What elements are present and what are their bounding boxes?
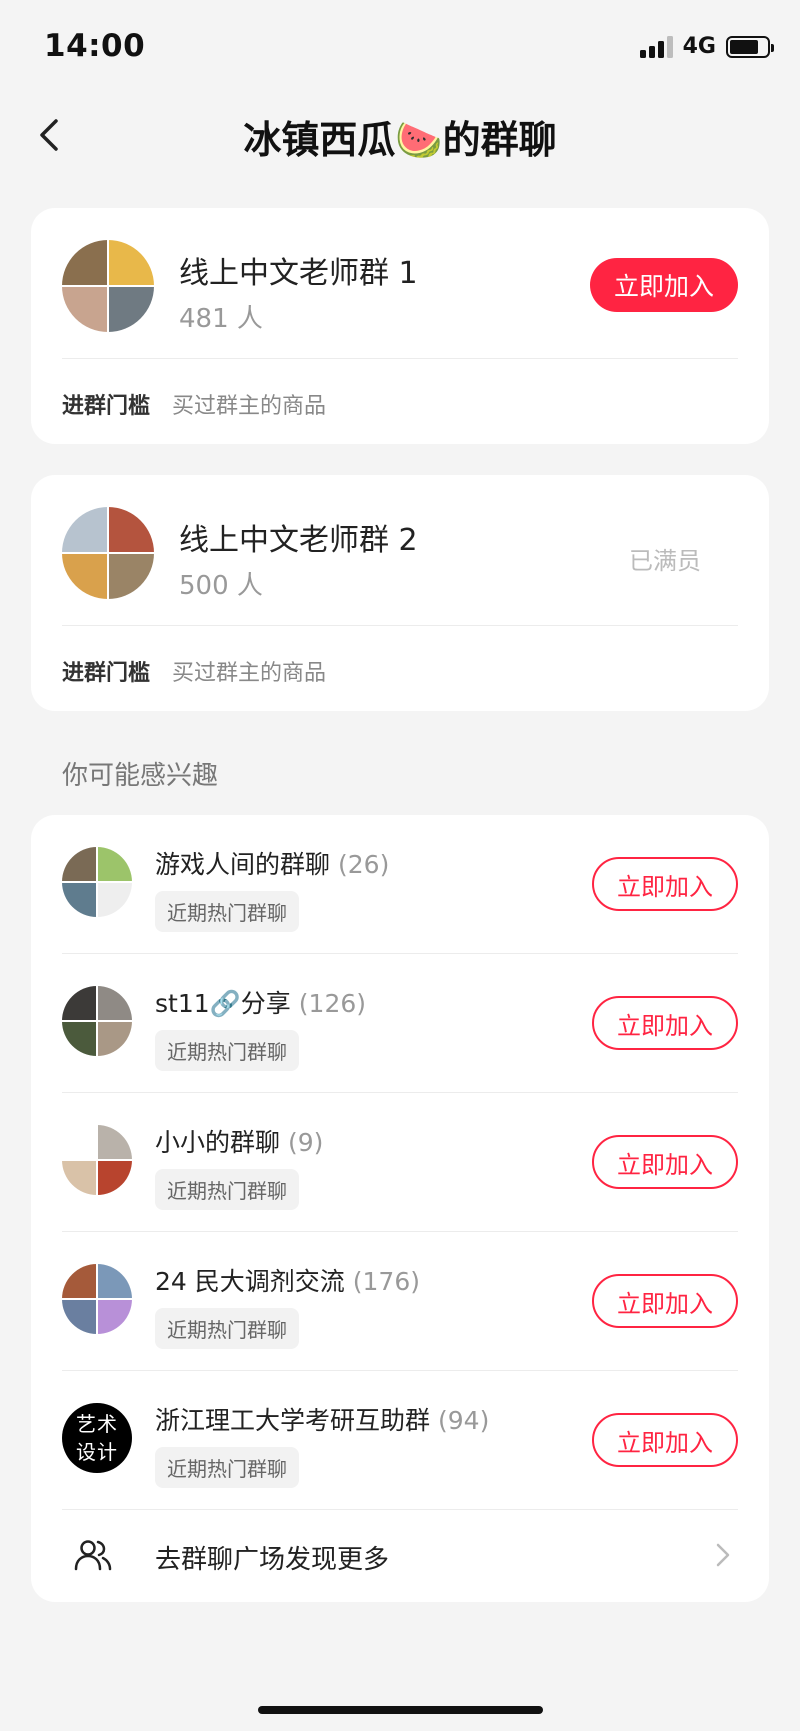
full-status: 已满员 bbox=[629, 547, 701, 575]
group-name: 小小的群聊 (9) bbox=[155, 1128, 324, 1157]
divider bbox=[62, 1509, 738, 1510]
group-name: 24 民大调剂交流 (176) bbox=[155, 1267, 420, 1296]
group-avatar bbox=[62, 986, 132, 1056]
group-avatar bbox=[62, 240, 154, 332]
chevron-right-icon bbox=[716, 1543, 730, 1567]
group-name: 线上中文老师群 1 bbox=[179, 256, 418, 291]
join-button[interactable]: 立即加入 bbox=[590, 258, 738, 312]
divider bbox=[62, 358, 738, 359]
group-name: 游戏人间的群聊 (26) bbox=[155, 850, 390, 879]
member-count: (126) bbox=[298, 989, 367, 1018]
group-avatar bbox=[62, 1264, 132, 1334]
join-button[interactable]: 立即加入 bbox=[592, 857, 738, 911]
nav-bar: 冰镇西瓜🍉的群聊 bbox=[0, 95, 800, 175]
member-count: (9) bbox=[288, 1128, 324, 1157]
divider bbox=[62, 625, 738, 626]
hot-tag: 近期热门群聊 bbox=[155, 1169, 299, 1210]
list-item[interactable]: 游戏人间的群聊 (26) 近期热门群聊 立即加入 bbox=[31, 815, 769, 954]
threshold-label: 进群门槛 bbox=[62, 661, 151, 686]
section-title: 你可能感兴趣 bbox=[62, 761, 219, 791]
hot-tag: 近期热门群聊 bbox=[155, 1447, 299, 1488]
discover-more-link[interactable]: 去群聊广场发现更多 bbox=[31, 1511, 769, 1601]
home-indicator[interactable] bbox=[258, 1706, 543, 1714]
group-card-2: 线上中文老师群 2 500 人 已满员 进群门槛 买过群主的商品 bbox=[31, 475, 769, 711]
join-button[interactable]: 立即加入 bbox=[592, 1135, 738, 1189]
group-name: st11🔗分享 (126) bbox=[155, 989, 367, 1018]
threshold-value: 买过群主的商品 bbox=[172, 394, 327, 419]
member-count: (94) bbox=[438, 1406, 490, 1435]
discover-more-label: 去群聊广场发现更多 bbox=[155, 1545, 390, 1575]
list-item[interactable]: 艺术设计 浙江理工大学考研互助群 (94) 近期热门群聊 立即加入 bbox=[31, 1371, 769, 1510]
list-item[interactable]: st11🔗分享 (126) 近期热门群聊 立即加入 bbox=[31, 954, 769, 1093]
member-count: (176) bbox=[352, 1267, 420, 1296]
avatar-text: 艺术设计 bbox=[76, 1412, 118, 1464]
join-button[interactable]: 立即加入 bbox=[592, 1413, 738, 1467]
threshold-label: 进群门槛 bbox=[62, 394, 151, 419]
group-avatar: 艺术设计 bbox=[62, 1403, 132, 1473]
join-button[interactable]: 立即加入 bbox=[592, 1274, 738, 1328]
group-name: 线上中文老师群 2 bbox=[179, 523, 418, 558]
member-count: (26) bbox=[338, 850, 390, 879]
status-bar: 14:00 4G bbox=[0, 0, 800, 95]
group-avatar bbox=[62, 507, 154, 599]
people-icon bbox=[74, 1540, 112, 1571]
status-indicators: 4G bbox=[639, 34, 774, 59]
join-button[interactable]: 立即加入 bbox=[592, 996, 738, 1050]
status-time: 14:00 bbox=[44, 28, 146, 64]
list-item[interactable]: 小小的群聊 (9) 近期热门群聊 立即加入 bbox=[31, 1093, 769, 1232]
network-label: 4G bbox=[682, 34, 716, 59]
recommended-card: 游戏人间的群聊 (26) 近期热门群聊 立即加入 st11🔗分享 (126) 近期热… bbox=[31, 815, 769, 1602]
group-name: 浙江理工大学考研互助群 (94) bbox=[155, 1406, 490, 1435]
page-title: 冰镇西瓜🍉的群聊 bbox=[243, 118, 557, 162]
signal-icon bbox=[639, 35, 673, 58]
group-card-1: 线上中文老师群 1 481 人 立即加入 进群门槛 买过群主的商品 bbox=[31, 208, 769, 444]
group-member-count: 481 人 bbox=[179, 304, 263, 334]
battery-icon bbox=[726, 35, 774, 58]
join-threshold: 进群门槛 买过群主的商品 bbox=[62, 388, 326, 420]
threshold-value: 买过群主的商品 bbox=[172, 661, 327, 686]
join-threshold: 进群门槛 买过群主的商品 bbox=[62, 655, 326, 687]
hot-tag: 近期热门群聊 bbox=[155, 1308, 299, 1349]
group-member-count: 500 人 bbox=[179, 571, 263, 601]
hot-tag: 近期热门群聊 bbox=[155, 891, 299, 932]
group-avatar bbox=[62, 1125, 132, 1195]
group-avatar bbox=[62, 847, 132, 917]
list-item[interactable]: 24 民大调剂交流 (176) 近期热门群聊 立即加入 bbox=[31, 1232, 769, 1371]
hot-tag: 近期热门群聊 bbox=[155, 1030, 299, 1071]
